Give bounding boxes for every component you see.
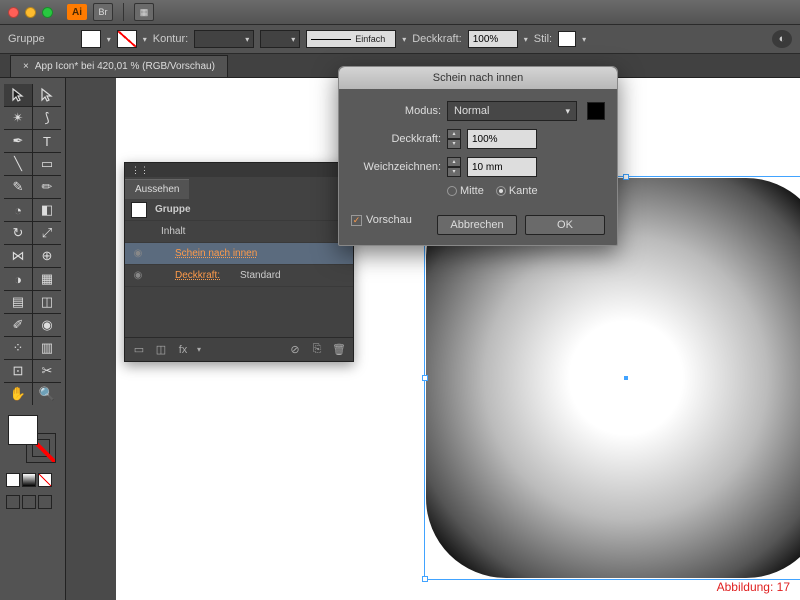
new-stroke-icon[interactable]: ▭ [131, 343, 147, 357]
draw-mode-icon[interactable] [38, 495, 52, 509]
window-controls [8, 7, 53, 18]
direct-selection-tool[interactable] [33, 84, 61, 106]
cancel-button[interactable]: Abbrechen [437, 215, 517, 235]
opacity-label: Deckkraft: [412, 33, 462, 45]
eraser-tool[interactable]: ◧ [33, 199, 61, 221]
var-width-dropdown[interactable] [260, 30, 300, 48]
fill-swatch[interactable] [81, 30, 101, 48]
shape-builder-tool[interactable]: ◑ [4, 268, 32, 290]
edge-radio[interactable]: Kante [496, 185, 538, 197]
tools-panel: ✴ ⟆ ✒ T ╲ ▭ ✎ ✏ ◔ ◧ ↻ ⤢ ⋈ ⊕ ◑ ▦ ▤ ◫ ✐ ◉ … [0, 78, 66, 600]
screen-mode-icon[interactable] [6, 495, 20, 509]
pen-tool[interactable]: ✒ [4, 130, 32, 152]
stroke-label: Kontur: [153, 33, 188, 45]
graphic-style-swatch[interactable] [558, 31, 576, 47]
document-tab[interactable]: × App Icon* bei 420,01 % (RGB/Vorschau) [10, 55, 228, 77]
fill-stroke-proxy[interactable] [8, 415, 56, 463]
none-mode-icon[interactable] [38, 473, 52, 487]
lasso-tool[interactable]: ⟆ [33, 107, 61, 129]
rotate-tool[interactable]: ↻ [4, 222, 32, 244]
slice-tool[interactable]: ✂ [33, 360, 61, 382]
magic-wand-tool[interactable]: ✴ [4, 107, 32, 129]
close-tab-icon[interactable]: × [23, 61, 29, 72]
mode-label: Modus: [351, 105, 441, 117]
blend-mode-dropdown[interactable]: Normal [447, 101, 577, 121]
perspective-tool[interactable]: ▦ [33, 268, 61, 290]
zoom-tool[interactable]: 🔍 [33, 383, 61, 405]
blur-input[interactable]: 10 mm [467, 157, 537, 177]
selection-type-label: Gruppe [8, 33, 45, 45]
duplicate-icon[interactable]: ⎘ [309, 343, 325, 357]
eyedropper-tool[interactable]: ✐ [4, 314, 32, 336]
ok-button[interactable]: OK [525, 215, 605, 235]
paintbrush-tool[interactable]: ✎ [4, 176, 32, 198]
hand-tool[interactable]: ✋ [4, 383, 32, 405]
recolor-icon[interactable]: ◐ [772, 30, 792, 48]
mesh-tool[interactable]: ▤ [4, 291, 32, 313]
arrange-docs-icon[interactable]: ▦ [134, 3, 154, 21]
dialog-title: Schein nach innen [339, 67, 617, 89]
document-tab-label: App Icon* bei 420,01 % (RGB/Vorschau) [35, 61, 215, 72]
graph-tool[interactable]: ▥ [33, 337, 61, 359]
rectangle-tool[interactable]: ▭ [33, 153, 61, 175]
opacity-input[interactable]: 100% [467, 129, 537, 149]
zoom-icon[interactable] [42, 7, 53, 18]
appearance-target-row: Gruppe [125, 199, 353, 221]
free-transform-tool[interactable]: ⊕ [33, 245, 61, 267]
new-fill-icon[interactable]: ◫ [153, 343, 169, 357]
selection-handle[interactable] [422, 576, 428, 582]
blur-label: Weichzeichnen: [351, 161, 441, 173]
figure-caption: Abbildung: 17 [717, 580, 790, 594]
opacity-value-dropdown[interactable]: 100% [468, 30, 518, 48]
selection-handle[interactable] [623, 174, 629, 180]
brush-dropdown[interactable]: Einfach [306, 30, 396, 48]
control-bar: Gruppe ▾ ▾ Kontur: Einfach ▾ Deckkraft: … [0, 24, 800, 54]
pencil-tool[interactable]: ✏ [33, 176, 61, 198]
preview-checkbox[interactable]: ✓Vorschau [351, 214, 412, 226]
glow-color-swatch[interactable] [587, 102, 605, 120]
clear-icon[interactable]: ⊘ [287, 343, 303, 357]
blend-tool[interactable]: ◉ [33, 314, 61, 336]
blob-brush-tool[interactable]: ◔ [4, 199, 32, 221]
appearance-opacity-row[interactable]: ◉ Deckkraft: Standard [125, 265, 353, 287]
selection-tool[interactable] [4, 84, 32, 106]
draw-mode-icon[interactable] [22, 495, 36, 509]
selection-handle[interactable] [422, 375, 428, 381]
app-logo-icon: Ai [67, 4, 87, 20]
artboard-tool[interactable]: ⊡ [4, 360, 32, 382]
fill-proxy[interactable] [8, 415, 38, 445]
line-tool[interactable]: ╲ [4, 153, 32, 175]
bridge-icon[interactable]: Br [93, 3, 113, 21]
opacity-spinner[interactable]: ▴▾ [447, 129, 461, 149]
center-radio[interactable]: Mitte [447, 185, 484, 197]
appearance-panel: ⋮⋮× Aussehen Gruppe Inhalt ◉ Schein nach… [124, 162, 354, 362]
visibility-icon[interactable]: ◉ [131, 248, 145, 259]
effect-link[interactable]: Schein nach innen [175, 248, 257, 259]
close-icon[interactable] [8, 7, 19, 18]
opacity-label: Deckkraft: [351, 133, 441, 145]
color-mode-icon[interactable] [6, 473, 20, 487]
symbol-spray-tool[interactable]: ⁘ [4, 337, 32, 359]
scale-tool[interactable]: ⤢ [33, 222, 61, 244]
visibility-icon[interactable]: ◉ [131, 270, 145, 281]
appearance-effect-row[interactable]: ◉ Schein nach innen [125, 243, 353, 265]
gradient-mode-icon[interactable] [22, 473, 36, 487]
style-label: Stil: [534, 33, 552, 45]
width-tool[interactable]: ⋈ [4, 245, 32, 267]
stroke-swatch[interactable] [117, 30, 137, 48]
type-tool[interactable]: T [33, 130, 61, 152]
minimize-icon[interactable] [25, 7, 36, 18]
appearance-tab[interactable]: Aussehen [125, 179, 189, 199]
add-effect-icon[interactable]: fx [175, 343, 191, 357]
appearance-panel-footer: ▭ ◫ fx ▾ ⊘ ⎘ 🗑 [125, 337, 353, 361]
stroke-weight-dropdown[interactable] [194, 30, 254, 48]
blur-spinner[interactable]: ▴▾ [447, 157, 461, 177]
gradient-tool[interactable]: ◫ [33, 291, 61, 313]
window-titlebar: Ai Br ▦ [0, 0, 800, 24]
appearance-contents-row[interactable]: Inhalt [125, 221, 353, 243]
trash-icon[interactable]: 🗑 [331, 343, 347, 357]
inner-glow-dialog: Schein nach innen Modus: Normal Deckkraf… [338, 66, 618, 246]
